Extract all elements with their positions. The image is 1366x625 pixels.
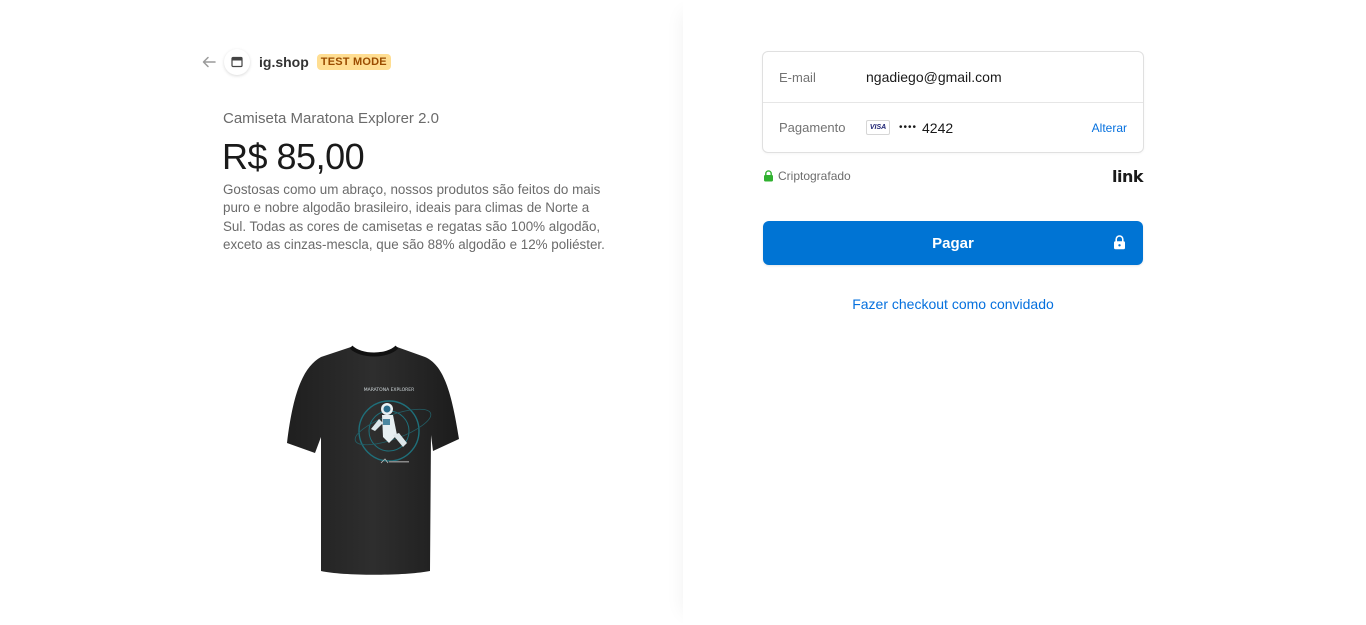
link-logo: link — [1112, 166, 1144, 186]
product-title: Camiseta Maratona Explorer 2.0 — [223, 110, 439, 127]
encrypted-label: Criptografado — [778, 169, 851, 183]
merchant-header: ig.shop TEST MODE — [200, 49, 391, 75]
pay-button-label: Pagar — [932, 234, 974, 252]
product-description: Gostosas como um abraço, nossos produtos… — [223, 182, 605, 252]
encrypted-indicator: Criptografado — [763, 169, 851, 183]
guest-checkout-link[interactable]: Fazer checkout como convidado — [763, 296, 1143, 312]
payment-row[interactable]: Pagamento VISA •••• 4242 Alterar — [763, 102, 1143, 152]
product-image-tshirt: MARATONA EXPLORER — [285, 343, 463, 575]
link-payment-form: E-mail ngadiego@gmail.com Pagamento VISA… — [762, 51, 1144, 153]
email-label: E-mail — [779, 69, 816, 85]
change-payment-link[interactable]: Alterar — [1092, 121, 1127, 135]
lock-icon — [763, 170, 774, 182]
product-panel: ig.shop TEST MODE Camiseta Maratona Expl… — [0, 0, 683, 625]
email-value: ngadiego@gmail.com — [866, 69, 1002, 85]
card-mask-dots: •••• — [899, 122, 918, 133]
email-row[interactable]: E-mail ngadiego@gmail.com — [763, 52, 1143, 102]
product-price: R$ 85,00 — [222, 136, 365, 177]
store-name: ig.shop — [259, 54, 309, 70]
visa-card-icon: VISA — [866, 120, 890, 135]
card-last4: 4242 — [922, 119, 954, 136]
store-icon — [224, 49, 250, 75]
security-row: Criptografado link — [763, 166, 1144, 186]
lock-icon — [1113, 235, 1126, 250]
test-mode-badge: TEST MODE — [316, 54, 391, 70]
shirt-print-text: MARATONA EXPLORER — [364, 387, 414, 393]
payment-label: Pagamento — [779, 120, 846, 135]
pay-button[interactable]: Pagar — [763, 221, 1143, 265]
back-arrow-icon[interactable] — [200, 53, 218, 71]
